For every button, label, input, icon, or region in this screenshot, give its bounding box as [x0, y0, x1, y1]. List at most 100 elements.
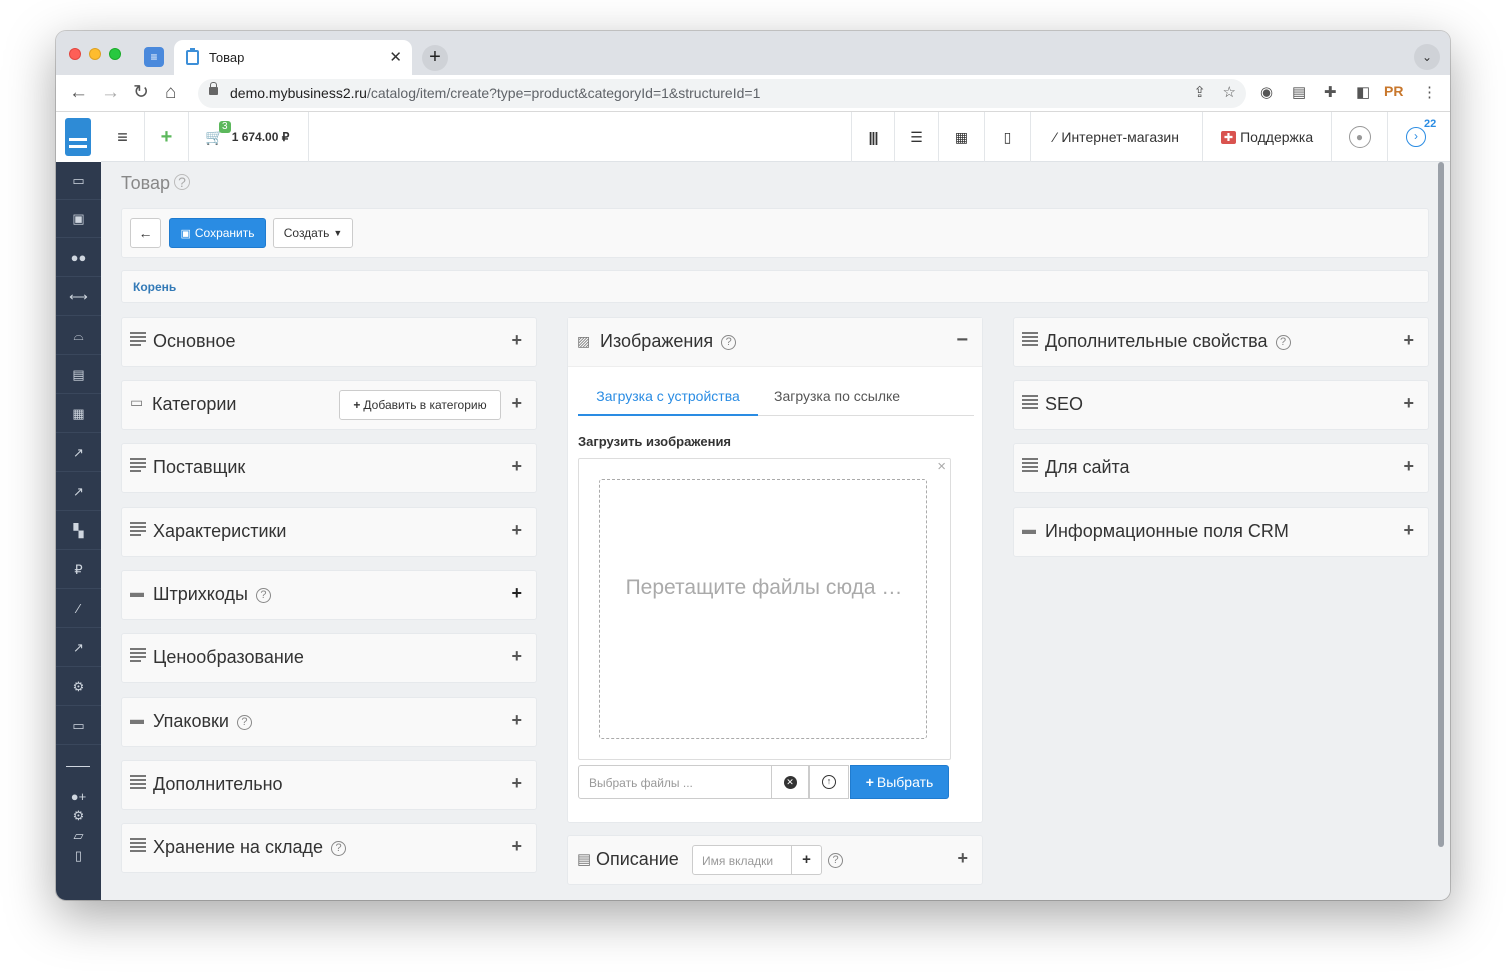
puzzle-icon[interactable]: ✚: [1324, 83, 1337, 101]
sidebar-item-shop[interactable]: ⌓: [56, 317, 101, 355]
app-logo[interactable]: [56, 112, 101, 162]
dropzone-close-icon[interactable]: ×: [937, 458, 946, 475]
sidebar-item-billing[interactable]: ▭: [56, 707, 101, 745]
panel-categories[interactable]: ▭ Категории + Добавить в категорию +: [121, 380, 537, 430]
extension-icon[interactable]: ▤: [1292, 83, 1306, 101]
dropzone[interactable]: × Перетащите файлы сюда …: [578, 458, 951, 760]
sidebar-item-cogs[interactable]: ⚙: [56, 806, 101, 826]
tab-search-button[interactable]: ⌄: [1414, 44, 1440, 70]
sidebar-item-contacts[interactable]: ▣: [56, 200, 101, 238]
sidebar-item-export[interactable]: ↗: [56, 434, 101, 472]
expand-plus-icon[interactable]: +: [511, 456, 522, 477]
panel-crm-fields[interactable]: ▬ Информационные поля CRM +: [1013, 507, 1429, 557]
menu-toggle-button[interactable]: ≡: [101, 112, 145, 162]
choose-files-button[interactable]: + Выбрать: [850, 765, 949, 799]
close-window-button[interactable]: [69, 48, 81, 60]
panel-barcodes[interactable]: ▬ Штрихкоды? +: [121, 570, 537, 620]
barcode-button[interactable]: |||: [851, 112, 895, 162]
online-store-button[interactable]: ⁄ Интернет-магазин: [1031, 112, 1203, 162]
sidebar-item-dashboard[interactable]: ▚: [56, 512, 101, 550]
menu-dots-icon[interactable]: ⋮: [1422, 83, 1437, 101]
expand-plus-icon[interactable]: +: [511, 520, 522, 541]
sidebar-item-deals[interactable]: ⟷: [56, 278, 101, 316]
sidebar-item-catalog[interactable]: ▭: [56, 162, 101, 200]
notifications-button[interactable]: › 22: [1388, 112, 1444, 162]
expand-plus-icon[interactable]: +: [1403, 520, 1414, 541]
reading-list-icon[interactable]: ≡: [144, 47, 164, 67]
dropzone-area[interactable]: Перетащите файлы сюда …: [599, 479, 927, 739]
pr-extension-icon[interactable]: PR: [1384, 83, 1403, 99]
panel-additional[interactable]: Дополнительно +: [121, 760, 537, 810]
new-tab-button[interactable]: +: [422, 45, 448, 71]
bookmark-star-icon[interactable]: ☆: [1223, 83, 1236, 101]
panel-main[interactable]: Основное +: [121, 317, 537, 367]
forward-arrow-icon[interactable]: →: [101, 82, 120, 104]
panel-packaging[interactable]: ▬ Упаковки? +: [121, 697, 537, 747]
sidebar-item-import[interactable]: ↗: [56, 473, 101, 511]
help-icon[interactable]: ?: [173, 174, 190, 190]
share-icon[interactable]: ⇪: [1193, 83, 1206, 101]
add-tab-button[interactable]: +: [791, 845, 822, 875]
expand-plus-icon[interactable]: +: [1403, 393, 1414, 414]
sidebar-item-settings[interactable]: ⚙: [56, 668, 101, 706]
sidebar-item-invoices[interactable]: ▦: [56, 395, 101, 433]
help-icon[interactable]: ?: [1275, 335, 1291, 350]
sidebar-item-open-folder[interactable]: ▱: [56, 826, 101, 846]
create-dropdown-button[interactable]: Создать ▼: [273, 218, 353, 248]
home-icon[interactable]: ⌂: [165, 82, 176, 104]
sidebar-item-finance[interactable]: ₽: [56, 551, 101, 589]
panel-images-header[interactable]: ▨ Изображения? −: [568, 318, 982, 367]
page-scrollbar[interactable]: [1438, 162, 1444, 847]
reload-icon[interactable]: ↻: [133, 82, 149, 104]
cart-button[interactable]: 🛒 3 1 674.00 ₽: [189, 112, 309, 162]
browser-tab-active[interactable]: Товар ✕: [174, 40, 412, 75]
panel-characteristics[interactable]: Характеристики +: [121, 507, 537, 557]
sidebar-item-reports[interactable]: ↗: [56, 629, 101, 667]
panel-for-site[interactable]: Для сайта +: [1013, 443, 1429, 493]
quick-add-button[interactable]: +: [145, 112, 189, 162]
profile-button[interactable]: ●: [1332, 112, 1388, 162]
support-button[interactable]: ✚ Поддержка: [1203, 112, 1332, 162]
minimize-window-button[interactable]: [89, 48, 101, 60]
tab-name-input[interactable]: Имя вкладки: [692, 845, 792, 875]
expand-plus-icon[interactable]: +: [511, 330, 522, 351]
panel-storage[interactable]: Хранение на складе? +: [121, 823, 537, 873]
expand-plus-icon[interactable]: +: [511, 773, 522, 794]
clear-files-button[interactable]: ✕: [771, 765, 809, 799]
help-icon[interactable]: ?: [721, 335, 737, 350]
sidebar-item-users[interactable]: ●●: [56, 239, 101, 277]
sidebar-item-manual[interactable]: ▯: [56, 846, 101, 866]
sidebar-item-documents[interactable]: ▤: [56, 356, 101, 394]
sidebar-item-tools[interactable]: ⁄: [56, 590, 101, 628]
panel-pricing[interactable]: Ценообразование +: [121, 633, 537, 683]
expand-plus-icon[interactable]: +: [511, 393, 522, 414]
tab-close-icon[interactable]: ✕: [389, 48, 402, 66]
book-button[interactable]: ▯: [985, 112, 1031, 162]
list-button[interactable]: ☰: [895, 112, 939, 162]
help-icon[interactable]: ?: [828, 853, 843, 868]
back-arrow-icon[interactable]: ←: [69, 82, 88, 104]
expand-plus-icon[interactable]: +: [511, 710, 522, 731]
address-bar[interactable]: demo.mybusiness2.ru/catalog/item/create?…: [198, 79, 1246, 108]
panel-seo[interactable]: SEO +: [1013, 380, 1429, 430]
panel-extra-properties[interactable]: Дополнительные свойства? +: [1013, 317, 1429, 367]
add-to-category-button[interactable]: + Добавить в категорию: [339, 390, 501, 420]
upload-files-button[interactable]: ↑: [809, 765, 849, 799]
save-button[interactable]: ▣ Сохранить: [169, 218, 266, 248]
file-name-input[interactable]: Выбрать файлы ...: [578, 765, 772, 799]
panel-supplier[interactable]: Поставщик +: [121, 443, 537, 493]
expand-plus-icon[interactable]: +: [511, 836, 522, 857]
camera-icon[interactable]: ◉: [1260, 83, 1273, 101]
help-icon[interactable]: ?: [236, 715, 252, 730]
tab-upload-link[interactable]: Загрузка по ссылке: [774, 388, 900, 404]
sidepanel-icon[interactable]: ◧: [1356, 83, 1370, 101]
breadcrumb-root[interactable]: Корень: [133, 280, 176, 294]
expand-plus-icon[interactable]: +: [957, 848, 968, 869]
help-icon[interactable]: ?: [331, 841, 347, 856]
expand-plus-icon[interactable]: +: [511, 646, 522, 667]
collapse-minus-icon[interactable]: −: [956, 329, 968, 352]
calendar-button[interactable]: ▦: [939, 112, 985, 162]
sidebar-item-add-user[interactable]: ●+: [56, 786, 101, 806]
tab-upload-device[interactable]: Загрузка с устройства: [578, 376, 758, 416]
help-icon[interactable]: ?: [255, 588, 271, 603]
